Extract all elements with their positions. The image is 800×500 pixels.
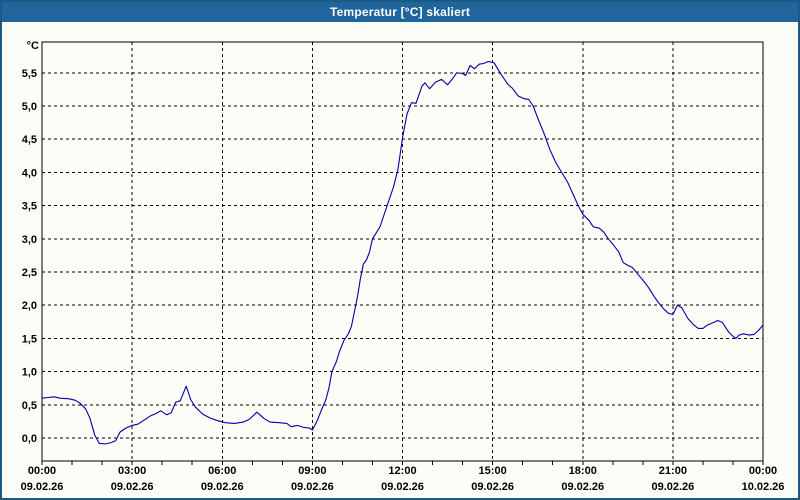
x-tick-date: 10.02.26 [742, 481, 785, 493]
x-tick-time: 21:00 [659, 465, 687, 477]
x-tick-date: 09.02.26 [201, 481, 244, 493]
x-tick-date: 09.02.26 [651, 481, 694, 493]
svg-text:2,0: 2,0 [22, 300, 37, 312]
svg-text:5,5: 5,5 [22, 68, 37, 80]
chart-window: Temperatur [°C] skaliert 0,0 0,5 1,0 1,5 2,0… [0, 0, 800, 500]
svg-text:0,0: 0,0 [22, 433, 37, 445]
x-tick-date: 09.02.26 [471, 481, 514, 493]
x-tick-date: 09.02.26 [561, 481, 604, 493]
y-axis-unit-label: °C [27, 40, 39, 52]
x-tick-time: 00:00 [749, 465, 777, 477]
x-tick-date: 09.02.26 [291, 481, 334, 493]
svg-text:5,0: 5,0 [22, 101, 37, 113]
x-tick-time: 18:00 [569, 465, 597, 477]
x-tick-time: 06:00 [208, 465, 236, 477]
svg-text:1,0: 1,0 [22, 367, 37, 379]
y-tick-labels: 0,0 0,5 1,0 1,5 2,0 2,5 3,0 3,5 4,0 4,5 5,0 5,5 [22, 68, 37, 445]
x-tick-date: 09.02.26 [381, 481, 424, 493]
x-tick-time: 12:00 [388, 465, 416, 477]
x-tick-labels: 00:00 09.02.26 03:00 09.02.26 06:00 09.02.26 0… [21, 465, 785, 493]
svg-text:1,5: 1,5 [22, 333, 37, 345]
svg-text:4,0: 4,0 [22, 167, 37, 179]
x-tick-time: 15:00 [479, 465, 507, 477]
x-tick-time: 09:00 [298, 465, 326, 477]
temperature-chart: 0,0 0,5 1,0 1,5 2,0 2,5 3,0 3,5 4,0 4,5 5,0 5,5 °C 00… [21, 40, 785, 493]
svg-text:4,5: 4,5 [22, 134, 37, 146]
x-tick-date: 09.02.26 [111, 481, 154, 493]
svg-text:3,0: 3,0 [22, 234, 37, 246]
x-tick-time: 00:00 [28, 465, 56, 477]
svg-text:0,5: 0,5 [22, 400, 37, 412]
x-tick-date: 09.02.26 [21, 481, 64, 493]
svg-text:2,5: 2,5 [22, 267, 37, 279]
x-tick-time: 03:00 [118, 465, 146, 477]
svg-text:3,5: 3,5 [22, 201, 37, 213]
